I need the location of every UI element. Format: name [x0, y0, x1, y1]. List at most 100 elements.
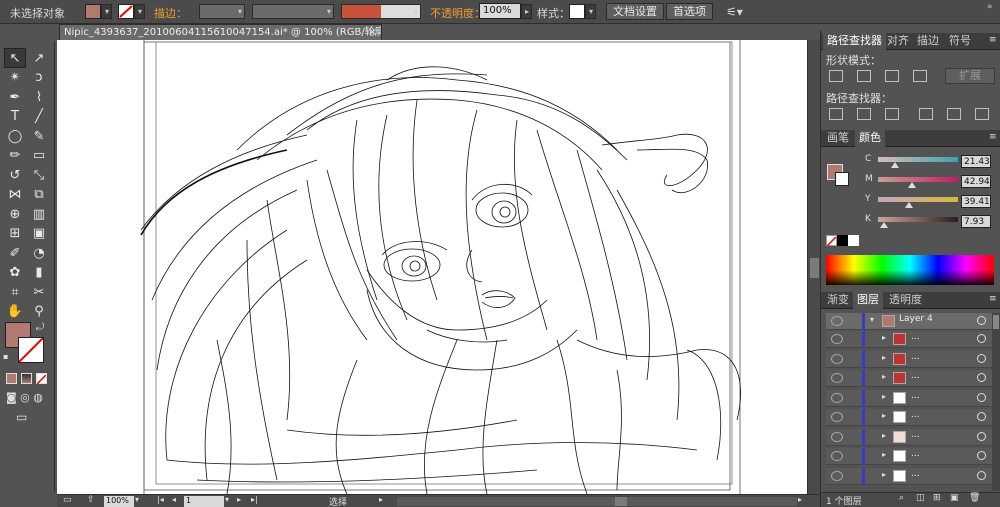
next-artboard-icon[interactable]: ▸ — [237, 495, 241, 504]
scroll-thumb[interactable] — [810, 258, 819, 278]
crop-icon[interactable] — [919, 108, 933, 120]
slider-value[interactable]: 7.93 — [961, 215, 991, 228]
target-circle-icon[interactable] — [977, 316, 986, 325]
opacity-field[interactable]: 100% — [479, 3, 521, 19]
expand-triangle-icon[interactable]: ▸ — [882, 450, 886, 459]
blend-tool[interactable]: ◔ — [28, 243, 50, 263]
minus-back-icon[interactable] — [975, 108, 989, 120]
free-transform-tool[interactable]: ⧉ — [28, 185, 50, 205]
target-circle-icon[interactable] — [977, 412, 986, 421]
tab-align[interactable]: 对齐 — [883, 33, 913, 50]
target-circle-icon[interactable] — [977, 392, 986, 402]
artboard-tool[interactable]: ⌗ — [4, 282, 26, 302]
slider-handle[interactable] — [905, 202, 914, 208]
sublayer-row[interactable]: ▸... — [826, 409, 996, 426]
delete-layer-icon[interactable]: 🗑 — [969, 493, 980, 503]
intersect-icon[interactable] — [885, 70, 899, 82]
sublayer-name[interactable]: ... — [911, 332, 920, 342]
locate-object-icon[interactable]: ⌕ — [899, 493, 904, 503]
visibility-eye-icon[interactable] — [831, 412, 843, 422]
gradient-mode-button[interactable] — [21, 373, 32, 384]
line-segment-tool[interactable]: ╱ — [28, 107, 50, 127]
hand-tool[interactable]: ✋ — [4, 302, 26, 322]
symbol-sprayer-tool[interactable]: ✿ — [4, 263, 26, 283]
direct-selection-tool[interactable]: ↗ — [28, 48, 50, 68]
sublayer-row[interactable]: ▸... — [826, 389, 996, 407]
pencil-tool[interactable]: ✏ — [4, 146, 26, 166]
tab-color[interactable]: 颜色 — [855, 130, 885, 147]
document-tab[interactable]: Nipic_4393637_20100604115610047154.ai* @… — [59, 24, 382, 40]
mesh-tool[interactable]: ⊞ — [4, 224, 26, 244]
white-swatch[interactable] — [848, 235, 859, 246]
layer-name[interactable]: Layer 4 — [899, 314, 933, 324]
sublayer-row[interactable]: ▸... — [826, 448, 996, 465]
expand-triangle-icon[interactable]: ▸ — [882, 372, 886, 381]
expand-triangle-icon[interactable]: ▸ — [882, 470, 886, 479]
expand-triangle-icon[interactable]: ▸ — [882, 353, 886, 362]
ellipse-tool[interactable]: ◯ — [4, 126, 26, 146]
none-swatch[interactable] — [826, 235, 837, 247]
slider-value[interactable]: 42.94 — [961, 175, 991, 188]
target-circle-icon[interactable] — [977, 431, 986, 441]
lasso-tool[interactable]: ↄ — [28, 68, 50, 88]
status-menu-icon[interactable]: ▸ — [379, 495, 383, 504]
tab-symbols[interactable]: 符号 — [945, 33, 975, 50]
horizontal-scrollbar[interactable] — [397, 497, 797, 506]
expand-triangle-icon[interactable]: ▸ — [882, 411, 886, 420]
chevron-down-icon[interactable]: ▾ — [225, 495, 229, 504]
graphic-style-swatch[interactable] — [569, 4, 585, 19]
eyedropper-tool[interactable]: ✐ — [4, 243, 26, 263]
sublayer-name[interactable]: ... — [911, 352, 920, 362]
panel-menu-icon[interactable]: ≡ — [989, 132, 997, 142]
sublayer-row[interactable]: ▸... — [826, 350, 996, 368]
brush-definition[interactable]: ▾ — [341, 4, 421, 19]
screen-mode-icon[interactable]: ▭ — [16, 410, 27, 424]
expand-triangle-icon[interactable]: ▸ — [882, 431, 886, 440]
target-circle-icon[interactable] — [977, 470, 986, 480]
expand-triangle-icon[interactable]: ▾ — [870, 315, 874, 324]
slider-track[interactable] — [878, 177, 958, 182]
sublayer-row[interactable]: ▸... — [826, 428, 996, 446]
sublayer-row[interactable]: ▸... — [826, 467, 996, 485]
chevron-down-icon[interactable]: ▾ — [135, 495, 139, 504]
document-setup-button[interactable]: 文档设置 — [606, 3, 664, 20]
tab-stroke[interactable]: 描边 — [913, 33, 943, 50]
share-icon[interactable]: ⇪ — [87, 495, 95, 505]
visibility-eye-icon[interactable] — [831, 334, 843, 344]
scale-tool[interactable]: ⤡ — [28, 165, 50, 185]
sublayer-row[interactable]: ▸... — [826, 331, 996, 348]
close-tab-icon[interactable]: × — [369, 25, 377, 40]
selection-tool[interactable]: ↖ — [4, 48, 26, 68]
gradient-tool[interactable]: ▣ — [28, 224, 50, 244]
divide-icon[interactable] — [829, 108, 843, 120]
visibility-eye-icon[interactable] — [831, 392, 843, 403]
sublayer-row[interactable]: ▸... — [826, 370, 996, 387]
variable-width-profile[interactable]: ▾ — [252, 4, 334, 19]
slider-value[interactable]: 39.41 — [961, 195, 991, 208]
sublayer-name[interactable]: ... — [911, 469, 920, 479]
opacity-label[interactable]: 不透明度： — [430, 5, 485, 21]
exclude-icon[interactable] — [913, 70, 927, 82]
horizontal-scroll-thumb[interactable] — [615, 497, 627, 506]
slider-handle[interactable] — [890, 162, 899, 168]
fill-dropdown[interactable]: ▾ — [101, 4, 112, 19]
arrange-icon[interactable]: ⚟▾ — [726, 5, 743, 19]
tab-transparency[interactable]: 透明度 — [885, 292, 926, 309]
panel-menu-icon[interactable]: ≡ — [989, 35, 997, 45]
artboard[interactable] — [57, 40, 807, 494]
preferences-button[interactable]: 首选项 — [666, 3, 713, 20]
slider-handle[interactable] — [908, 182, 917, 188]
visibility-eye-icon[interactable] — [831, 316, 843, 326]
expand-triangle-icon[interactable]: ▸ — [882, 333, 886, 342]
panel-menu-icon[interactable]: ≡ — [989, 294, 997, 304]
none-mode-button[interactable] — [36, 373, 47, 385]
magic-wand-tool[interactable]: ✴ — [4, 68, 26, 88]
rotate-tool[interactable]: ↺ — [4, 165, 26, 185]
visibility-eye-icon[interactable] — [831, 431, 843, 442]
slider-value[interactable]: 21.43 — [961, 155, 991, 168]
minus-front-icon[interactable] — [857, 70, 871, 82]
zoom-tool[interactable]: ⚲ — [28, 302, 50, 322]
tab-gradient[interactable]: 渐变 — [823, 292, 853, 309]
type-tool[interactable]: T — [4, 107, 26, 127]
layer-row[interactable]: ▾ Layer 4 — [826, 313, 996, 330]
